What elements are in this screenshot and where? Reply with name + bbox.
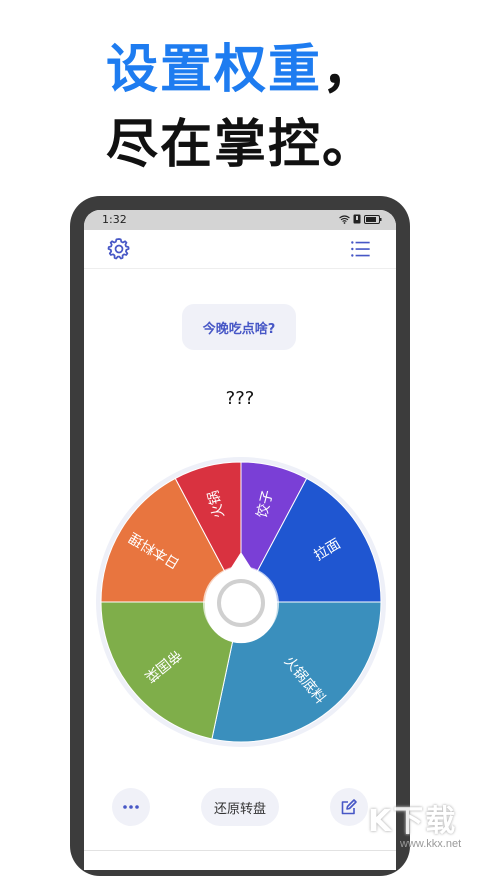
watermark-logo: K下载	[368, 804, 458, 839]
status-icons	[339, 214, 382, 224]
headline-comma: ，	[322, 40, 377, 100]
wifi-icon	[339, 214, 350, 224]
status-bar: 1:32	[84, 210, 396, 230]
phone-frame: 1:32 今晚吃点啥? ??? 饺子 拉面 火锅底料 帝国菜 日本料理 火锅 还…	[70, 196, 410, 876]
headline-line-2: 尽在掌控。	[106, 115, 377, 175]
headline-line-1: 设置权重，	[106, 38, 376, 102]
status-time: 1:32	[102, 213, 127, 226]
headline-highlight: 设置权重	[106, 40, 323, 100]
wheel[interactable]: 饺子拉面火锅底料帝国菜日本料理火锅	[94, 455, 388, 749]
result-text: ???	[225, 388, 255, 409]
battery-icon	[364, 214, 382, 224]
headline: 设置权重， 尽在掌控。	[0, 0, 480, 190]
list-button[interactable]	[348, 236, 374, 262]
settings-button[interactable]	[106, 236, 132, 262]
sim-icon	[353, 214, 361, 224]
spin-button[interactable]	[217, 579, 265, 627]
app-bar	[84, 230, 396, 269]
more-button[interactable]	[112, 788, 150, 826]
gear-icon	[107, 238, 130, 260]
phone-screen: 1:32 今晚吃点啥? ??? 饺子 拉面 火锅底料 帝国菜 日本料理 火锅 还…	[84, 210, 396, 870]
bottom-nav-strip	[84, 850, 396, 870]
list-icon	[351, 241, 370, 257]
watermark: K下载 www.kkx.net	[360, 796, 480, 853]
question-button[interactable]: 今晚吃点啥?	[182, 304, 296, 350]
reset-wheel-button[interactable]: 还原转盘	[201, 788, 279, 826]
more-icon	[123, 805, 139, 809]
edit-icon	[341, 799, 357, 815]
watermark-url: www.kkx.net	[400, 838, 462, 850]
